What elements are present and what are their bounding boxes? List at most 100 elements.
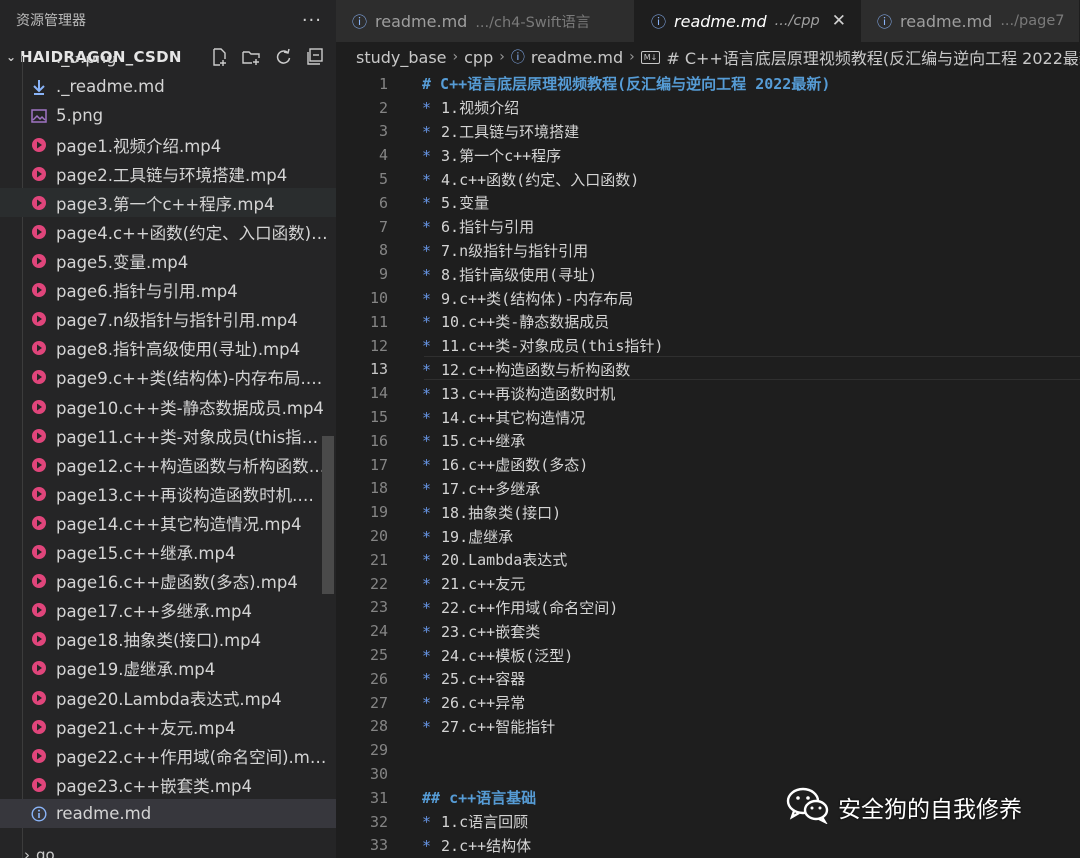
code-line[interactable]: 24 * 23.c++嵌套类 [336,619,1080,643]
file-item[interactable]: page11.c++类-对象成员(this指针).... [0,421,336,450]
code-line[interactable]: 29 [336,738,1080,762]
list-bullet: * [422,360,432,379]
file-item[interactable]: page6.指针与引用.mp4 [0,276,336,305]
file-item[interactable]: page15.c++继承.mp4 [0,538,336,567]
file-item-partial[interactable]: ._5.png [0,56,336,72]
code-line[interactable]: 19 * 18.抽象类(接口) [336,500,1080,524]
tab-readme-cpp[interactable]: ⓘ readme.md .../cpp ✕ [635,0,861,42]
file-item[interactable]: page12.c++构造函数与析构函数.... [0,450,336,479]
line-text: 26.c++异常 [441,694,526,713]
file-item[interactable]: page21.c++友元.mp4 [0,712,336,741]
code-line[interactable]: 22 * 21.c++友元 [336,572,1080,596]
editor[interactable]: 1 # C++语言底层原理视频教程(反汇编与逆向工程 2022最新) 2 * 1.视频介… [336,72,1080,858]
code-line[interactable]: 2 * 1.视频介绍 [336,96,1080,120]
line-number: 12 [369,336,388,355]
file-item[interactable]: page10.c++类-静态数据成员.mp4 [0,392,336,421]
video-file-icon [30,136,48,154]
video-file-icon [30,543,48,561]
line-number: 25 [369,646,388,665]
file-item[interactable]: page20.Lambda表达式.mp4 [0,683,336,712]
line-number: 11 [369,312,388,331]
close-icon[interactable]: ✕ [832,11,846,31]
code-line[interactable]: 6 * 5.变量 [336,191,1080,215]
breadcrumb-item[interactable]: readme.md [531,48,623,67]
code-line[interactable]: 8 * 7.n级指针与指针引用 [336,239,1080,263]
file-item[interactable]: page14.c++其它构造情况.mp4 [0,508,336,537]
file-item[interactable]: page19.虚继承.mp4 [0,654,336,683]
video-file-icon [30,689,48,707]
code-line[interactable]: 17 * 16.c++虚函数(多态) [336,453,1080,477]
code-line[interactable]: 3 * 2.工具链与环境搭建 [336,120,1080,144]
code-line[interactable]: 16 * 15.c++继承 [336,429,1080,453]
code-line[interactable]: 4 * 3.第一个c++程序 [336,143,1080,167]
more-actions-icon[interactable]: ··· [302,10,322,31]
file-name: page9.c++类(结构体)-内存布局.m... [56,369,336,389]
file-item[interactable]: page4.c++函数(约定、入口函数).... [0,217,336,246]
code-line[interactable]: 10 * 9.c++类(结构体)-内存布局 [336,286,1080,310]
file-item[interactable]: page7.n级指针与指针引用.mp4 [0,305,336,334]
line-text: 9.c++类(结构体)-内存布局 [441,289,634,308]
code-line[interactable]: 26 * 25.c++容器 [336,667,1080,691]
code-line[interactable]: 11 * 10.c++类-静态数据成员 [336,310,1080,334]
line-number: 17 [369,455,388,474]
tab-path: .../cpp [774,13,820,29]
file-item[interactable]: page22.c++作用域(命名空间).mp4 [0,741,336,770]
code-line[interactable]: 20 * 19.虚继承 [336,524,1080,548]
code-line[interactable]: 7 * 6.指针与引用 [336,215,1080,239]
file-item[interactable]: page18.抽象类(接口).mp4 [0,625,336,654]
chevron-right-icon[interactable]: › [24,846,30,858]
breadcrumb-item[interactable]: cpp [464,48,493,67]
list-bullet: * [422,836,432,855]
image-file-icon [30,107,48,125]
file-item[interactable]: page3.第一个c++程序.mp4 [0,188,336,218]
line-text: 18.抽象类(接口) [441,503,562,522]
tab-readme-page7[interactable]: ⓘ readme.md .../page7 [861,0,1080,42]
code-line[interactable]: 25 * 24.c++模板(泛型) [336,643,1080,667]
code-line[interactable]: 15 * 14.c++其它构造情况 [336,405,1080,429]
line-number: 19 [369,503,388,522]
code-line[interactable]: 30 [336,762,1080,786]
file-item[interactable]: ._readme.md [0,72,336,101]
code-line[interactable]: 27 * 26.c++异常 [336,691,1080,715]
file-name: page10.c++类-静态数据成员.mp4 [56,398,324,418]
tab-path: .../ch4-Swift语言 [475,14,591,31]
tab-readme-swift[interactable]: ⓘ readme.md .../ch4-Swift语言 [336,0,635,42]
code-line[interactable]: 33 * 2.c++结构体 [336,834,1080,858]
folder-go[interactable]: › go [0,846,336,858]
code-line[interactable]: 12 * 11.c++类-对象成员(this指针) [336,334,1080,358]
file-item[interactable]: 5.png [0,101,336,130]
code-line[interactable]: 1 # C++语言底层原理视频教程(反汇编与逆向工程 2022最新) [336,72,1080,96]
breadcrumb-item[interactable]: study_base [356,48,447,67]
code-line[interactable]: 5 * 4.c++函数(约定、入口函数) [336,167,1080,191]
code-line[interactable]: 21 * 20.Lambda表达式 [336,548,1080,572]
code-line[interactable]: 14 * 13.c++再谈构造函数时机 [336,381,1080,405]
line-content: * 21.c++友元 [422,573,525,594]
code-line[interactable]: 28 * 27.c++智能指针 [336,715,1080,739]
info-icon [30,805,48,823]
sidebar-scrollbar[interactable] [322,436,334,594]
line-content: * 14.c++其它构造情况 [422,407,585,428]
file-item[interactable]: page5.变量.mp4 [0,247,336,276]
file-name: page19.虚继承.mp4 [56,660,216,680]
line-text: 3.第一个c++程序 [441,146,562,165]
file-item[interactable]: page8.指针高级使用(寻址).mp4 [0,334,336,363]
list-bullet: * [422,503,432,522]
file-item[interactable]: page16.c++虚函数(多态).mp4 [0,567,336,596]
file-item[interactable]: page13.c++再谈构造函数时机.mp4 [0,479,336,508]
file-item[interactable]: page9.c++类(结构体)-内存布局.m... [0,363,336,392]
code-line[interactable]: 23 * 22.c++作用域(命名空间) [336,596,1080,620]
line-content: * 10.c++类-静态数据成员 [422,311,609,332]
file-item[interactable]: page1.视频介绍.mp4 [0,130,336,159]
file-item[interactable]: page17.c++多继承.mp4 [0,596,336,625]
file-item[interactable]: readme.md [0,799,336,829]
list-bullet: * [422,99,432,118]
code-line[interactable]: 9 * 8.指针高级使用(寻址) [336,262,1080,286]
file-item[interactable]: page23.c++嵌套类.mp4 [0,770,336,799]
code-line[interactable]: 18 * 17.c++多继承 [336,477,1080,501]
file-item[interactable]: page2.工具链与环境搭建.mp4 [0,159,336,188]
video-file-icon [30,281,48,299]
list-bullet: * [422,432,432,451]
breadcrumb-item[interactable]: # C++语言底层原理视频教程(反汇编与逆向工程 2022最新) [666,45,1080,69]
file-name: page14.c++其它构造情况.mp4 [56,514,302,534]
code-line[interactable]: 13 * 12.c++构造函数与析构函数 [336,358,1080,382]
